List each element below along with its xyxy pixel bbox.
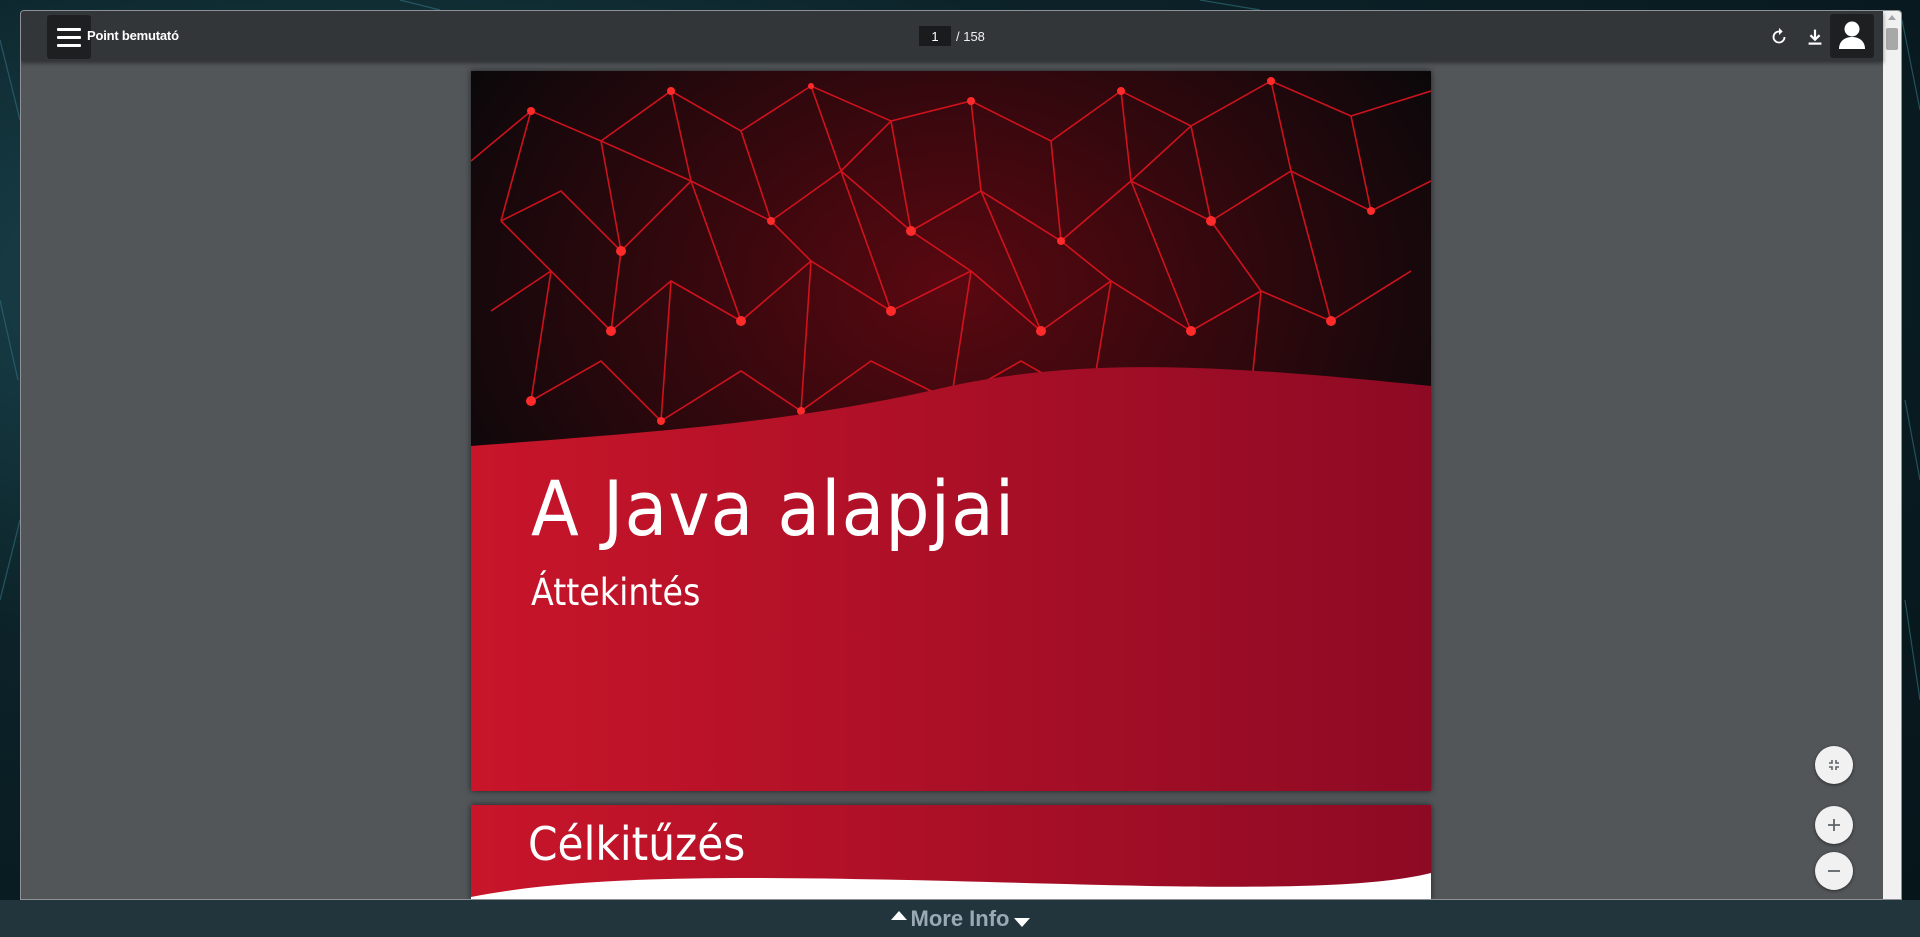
page-number-input[interactable] — [919, 26, 951, 46]
slide-title: Célkitűzés — [528, 817, 746, 871]
document-title: Point bemutató — [87, 28, 179, 43]
pdf-viewer-window: Point bemutató / 158 — [20, 10, 1902, 900]
slide-page-2: Célkitűzés — [471, 805, 1431, 899]
zoom-out-icon[interactable] — [1815, 852, 1853, 890]
user-icon[interactable] — [1830, 14, 1874, 58]
slide-title: A Java alapjai — [531, 464, 1016, 553]
rotate-icon[interactable] — [1768, 26, 1790, 48]
caret-up-icon — [890, 911, 907, 920]
slide-network-graphic — [471, 71, 1431, 791]
fit-page-icon[interactable] — [1815, 746, 1853, 784]
more-info-bar[interactable]: More Info — [0, 900, 1920, 937]
slide-page-1: A Java alapjai Áttekintés — [471, 71, 1431, 791]
caret-down-icon — [1013, 918, 1030, 927]
more-info-label[interactable]: More Info — [911, 906, 1010, 932]
scroll-up-icon[interactable] — [1888, 15, 1896, 20]
page-total: / 158 — [956, 29, 985, 44]
zoom-in-icon[interactable] — [1815, 806, 1853, 844]
menu-icon[interactable] — [47, 15, 91, 59]
download-icon[interactable] — [1804, 26, 1826, 48]
slide-subtitle: Áttekintés — [531, 571, 701, 614]
viewer-toolbar: Point bemutató / 158 — [21, 11, 1883, 61]
scroll-thumb[interactable] — [1886, 28, 1898, 50]
vertical-scrollbar[interactable] — [1883, 11, 1901, 899]
